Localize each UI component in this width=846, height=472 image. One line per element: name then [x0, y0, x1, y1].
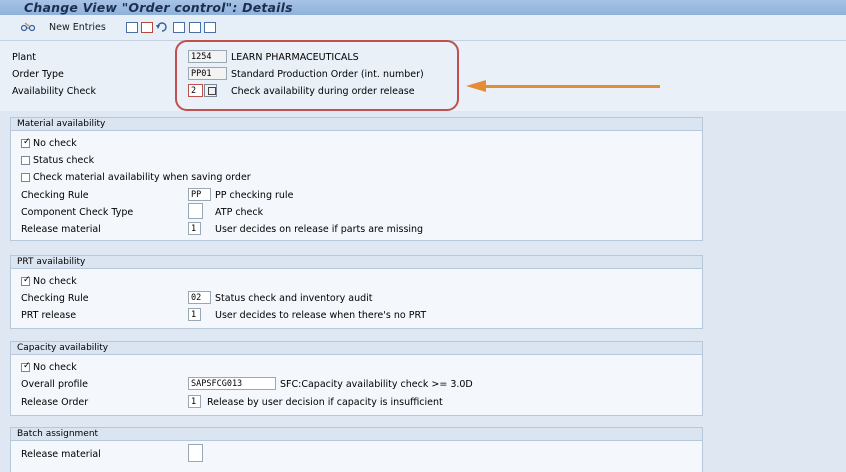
prt-checking-rule-description: Status check and inventory audit	[215, 293, 373, 304]
component-check-type-field[interactable]	[188, 203, 203, 219]
material-no-check-label: No check	[33, 138, 77, 149]
select-all-icon[interactable]	[173, 22, 185, 33]
material-release-label: Release material	[21, 224, 101, 235]
batch-release-material-label: Release material	[21, 449, 101, 460]
annotation-arrowhead	[466, 80, 486, 92]
prt-checking-rule-field[interactable]: 02	[188, 291, 211, 304]
overall-profile-field[interactable]: SAPSFCG013	[188, 377, 276, 390]
order-type-label: Order Type	[12, 69, 64, 80]
new-entries-button[interactable]: New Entries	[49, 22, 106, 33]
material-checking-rule-field[interactable]: PP	[188, 188, 211, 201]
plant-label: Plant	[12, 52, 36, 63]
check-mark-icon: ✓	[23, 361, 31, 371]
overall-profile-description: SFC:Capacity availability check >= 3.0D	[280, 379, 473, 390]
prt-release-label: PRT release	[21, 310, 77, 321]
capacity-no-check-label: No check	[33, 362, 77, 373]
prt-checking-rule-label: Checking Rule	[21, 293, 89, 304]
material-saving-check-label: Check material availability when saving …	[33, 172, 251, 183]
application-toolbar: New Entries	[0, 15, 846, 41]
capacity-availability-heading: Capacity availability	[11, 342, 702, 355]
material-release-description: User decides on release if parts are mis…	[215, 224, 424, 235]
material-saving-check-checkbox[interactable]	[21, 173, 30, 182]
prt-release-field[interactable]: 1	[188, 308, 201, 321]
copy-icon[interactable]	[126, 22, 138, 33]
prt-no-check-checkbox[interactable]: ✓	[21, 275, 31, 286]
capacity-no-check-checkbox[interactable]: ✓	[21, 361, 31, 372]
annotation-highlight-box	[175, 40, 459, 111]
batch-release-material-field[interactable]	[188, 444, 203, 462]
material-status-check-checkbox[interactable]	[21, 156, 30, 165]
annotation-arrow	[484, 85, 660, 88]
prt-no-check-label: No check	[33, 276, 77, 287]
release-order-description: Release by user decision if capacity is …	[207, 397, 443, 408]
release-order-label: Release Order	[21, 397, 89, 408]
title-bar: Change View "Order control": Details	[0, 0, 846, 15]
overall-profile-label: Overall profile	[21, 379, 88, 390]
check-mark-icon: ✓	[23, 275, 31, 285]
undo-icon[interactable]	[156, 22, 169, 32]
select-block-icon[interactable]	[189, 22, 201, 33]
page-title: Change View "Order control": Details	[24, 0, 293, 15]
edit-glasses-icon[interactable]	[21, 22, 35, 32]
release-order-field[interactable]: 1	[188, 395, 201, 408]
prt-availability-heading: PRT availability	[11, 256, 702, 269]
material-checking-rule-label: Checking Rule	[21, 190, 89, 201]
component-check-type-label: Component Check Type	[21, 207, 134, 218]
material-availability-heading: Material availability	[11, 118, 702, 131]
material-no-check-checkbox[interactable]: ✓	[21, 137, 31, 148]
material-release-field[interactable]: 1	[188, 222, 201, 235]
check-mark-icon: ✓	[23, 137, 31, 147]
deselect-all-icon[interactable]	[204, 22, 216, 33]
availability-check-label: Availability Check	[12, 86, 97, 97]
component-check-type-description: ATP check	[215, 207, 264, 218]
prt-release-description: User decides to release when there's no …	[215, 310, 427, 321]
batch-assignment-heading: Batch assignment	[11, 428, 702, 441]
delete-icon[interactable]	[141, 22, 153, 33]
material-status-check-label: Status check	[33, 155, 95, 166]
material-checking-rule-description: PP checking rule	[215, 190, 294, 201]
batch-assignment-group: Batch assignment	[10, 427, 703, 472]
